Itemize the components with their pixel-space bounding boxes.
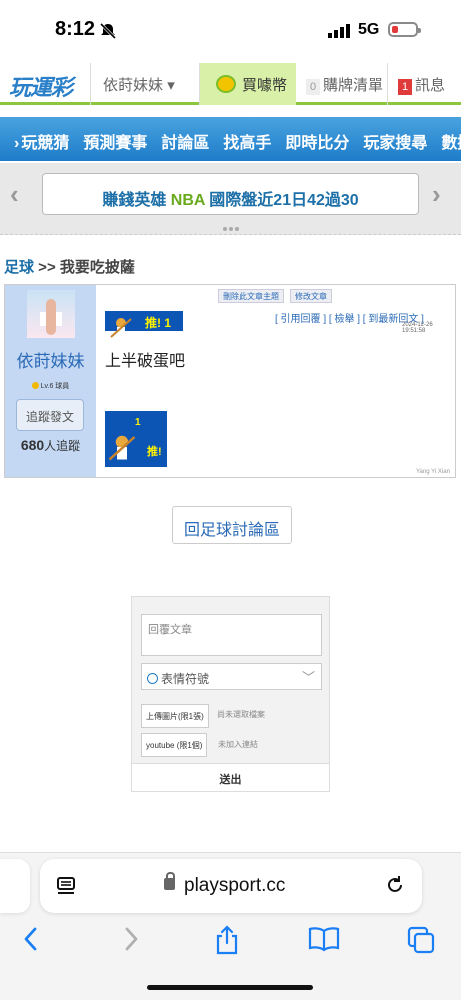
emoji-select[interactable]: 表情符號 ﹀ xyxy=(141,663,322,690)
youtube-status: 未加入連結 xyxy=(218,740,258,749)
lock-icon xyxy=(164,872,175,890)
nav-item-experts[interactable]: 找高手 xyxy=(223,129,271,153)
youtube-link-button[interactable]: youtube (限1個) xyxy=(141,733,208,757)
reader-icon[interactable] xyxy=(56,876,76,896)
reply-form: 回覆文章 表情符號 ﹀ 上傳圖片(限1張) 尚未選取檔案 youtube (限1個… xyxy=(131,596,330,792)
nav-item-live-score[interactable]: 即時比分 xyxy=(285,129,349,153)
ticker-text[interactable]: 賺錢英雄 NBA 國際盤近21日42過30 xyxy=(42,173,419,215)
breadcrumb: 足球 >> 我要吃披薩 xyxy=(4,256,135,277)
signal-icon xyxy=(328,24,350,38)
battery-icon xyxy=(388,22,421,37)
status-bar: 8:12 5G xyxy=(0,0,461,62)
smiley-icon xyxy=(147,673,158,684)
nav-item-guess[interactable]: 玩競猜 xyxy=(21,129,69,153)
baseball-player-icon xyxy=(110,318,132,338)
buy-coin-button[interactable]: 買噱幣 xyxy=(200,63,296,105)
push-count: 1 xyxy=(135,417,141,428)
ticker-text-a: 賺錢英雄 xyxy=(102,192,171,209)
emoji-label: 表情符號 xyxy=(161,672,210,686)
network-label: 5G xyxy=(358,21,380,38)
breadcrumb-separator: >> xyxy=(34,259,60,276)
upload-status: 尚未選取檔案 xyxy=(217,710,265,719)
followers-count: 680人追蹤 xyxy=(5,437,96,454)
buy-coin-label: 買噱幣 xyxy=(242,77,288,94)
push-button[interactable]: 1 推! xyxy=(105,411,167,467)
prev-arrow-icon[interactable]: ‹ xyxy=(10,179,19,210)
next-arrow-icon[interactable]: › xyxy=(432,179,441,210)
signature: Yang Yi Xian xyxy=(416,469,450,475)
user-name: 依莳妹妹 xyxy=(103,77,164,94)
ticker-banner: ‹ 賺錢英雄 NBA 國際盤近21日42過30 › xyxy=(0,163,461,235)
nav-item-predict[interactable]: 預測賽事 xyxy=(83,129,147,153)
status-time: 8:12 xyxy=(55,18,96,40)
reload-icon[interactable] xyxy=(384,874,406,896)
url-text: playsport.cc xyxy=(184,875,286,896)
forum-post: 依莳妹妹 Lv.6 球員 追蹤發文 680人追蹤 刪除此文章主題 修改文章 推!… xyxy=(4,284,456,478)
post-content: 上半破蛋吧 xyxy=(105,353,186,370)
site-logo[interactable]: 玩運彩 xyxy=(9,70,73,102)
forward-icon[interactable] xyxy=(120,925,142,953)
messages-link[interactable]: 1 訊息 xyxy=(388,63,461,105)
author-level-text: Lv.6 球員 xyxy=(40,383,70,390)
author-name[interactable]: 依莳妹妹 xyxy=(5,347,96,372)
edit-post-button[interactable]: 修改文章 xyxy=(290,289,332,303)
main-nav: ›玩競猜預測賽事討論區找高手即時比分玩家搜尋數據 xyxy=(0,117,461,161)
submit-button[interactable]: 送出 xyxy=(132,763,329,791)
back-icon[interactable] xyxy=(20,925,42,953)
back-to-forum-button[interactable]: 回足球討論區 xyxy=(172,506,292,544)
nav-item-forum[interactable]: 討論區 xyxy=(161,129,209,153)
message-count-badge: 1 xyxy=(398,79,412,95)
followers-number: 680 xyxy=(20,437,45,453)
bell-muted-icon xyxy=(99,22,117,40)
chevron-down-icon: ﹀ xyxy=(301,670,315,685)
post-title: 我要吃披薩 xyxy=(59,259,135,276)
top-nav: 玩運彩 依莳妹妹 ▾ 買噱幣 0 購牌清單 1 訊息 xyxy=(0,63,461,105)
nav-item-stats[interactable]: 數據 xyxy=(441,129,461,153)
baseball-player-icon xyxy=(108,435,136,461)
caret-down-icon: ▾ xyxy=(167,77,175,94)
ticker-league: NBA xyxy=(170,192,205,209)
previous-tab-peek[interactable] xyxy=(0,859,30,913)
ticker-text-c: 國際盤近21日42過30 xyxy=(204,192,359,209)
avatar[interactable] xyxy=(27,290,75,338)
author-level: Lv.6 球員 xyxy=(5,381,96,391)
cart-label: 購牌清單 xyxy=(323,77,384,94)
user-menu[interactable]: 依莳妹妹 ▾ xyxy=(90,63,200,105)
author-panel: 依莳妹妹 Lv.6 球員 追蹤發文 680人追蹤 xyxy=(5,285,96,477)
ticker-dots xyxy=(222,218,240,236)
bookmarks-icon[interactable] xyxy=(308,925,340,953)
address-bar[interactable]: playsport.cc xyxy=(40,859,422,913)
home-indicator xyxy=(147,985,313,990)
coin-icon xyxy=(216,75,236,93)
push-top-button[interactable]: 推! 1 xyxy=(105,309,183,341)
nav-item-player-search[interactable]: 玩家搜尋 xyxy=(363,129,427,153)
cart-link[interactable]: 0 購牌清單 xyxy=(296,63,388,105)
share-icon[interactable] xyxy=(214,925,240,955)
post-timestamp: 2024-12-26 19:51:58 xyxy=(402,322,433,334)
breadcrumb-section[interactable]: 足球 xyxy=(4,259,34,276)
reply-textarea[interactable]: 回覆文章 xyxy=(141,614,322,656)
nav-arrow-icon: › xyxy=(14,135,20,152)
cart-count-badge: 0 xyxy=(306,79,320,95)
push-label: 推! xyxy=(147,446,162,458)
upload-image-button[interactable]: 上傳圖片(限1張) xyxy=(141,704,209,728)
push-top-label: 推! 1 xyxy=(145,316,172,330)
level-icon xyxy=(31,382,39,389)
follow-button[interactable]: 追蹤發文 xyxy=(16,399,84,431)
delete-topic-button[interactable]: 刪除此文章主題 xyxy=(218,289,284,303)
messages-label: 訊息 xyxy=(415,77,446,94)
followers-label: 人追蹤 xyxy=(44,439,81,453)
tabs-icon[interactable] xyxy=(406,925,436,955)
